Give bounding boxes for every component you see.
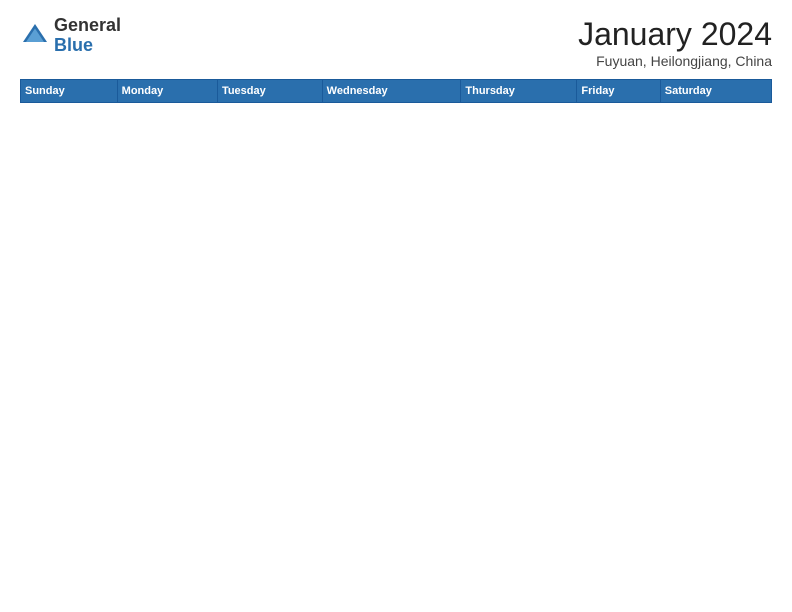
page: General Blue January 2024 Fuyuan, Heilon…	[0, 0, 792, 612]
col-monday: Monday	[117, 80, 217, 103]
logo-blue: Blue	[54, 36, 121, 56]
col-tuesday: Tuesday	[217, 80, 322, 103]
col-wednesday: Wednesday	[322, 80, 461, 103]
col-friday: Friday	[577, 80, 660, 103]
col-sunday: Sunday	[21, 80, 118, 103]
logo: General Blue	[20, 16, 121, 56]
header-row: Sunday Monday Tuesday Wednesday Thursday…	[21, 80, 772, 103]
col-thursday: Thursday	[461, 80, 577, 103]
calendar-table: Sunday Monday Tuesday Wednesday Thursday…	[20, 79, 772, 602]
col-saturday: Saturday	[660, 80, 771, 103]
month-title: January 2024	[578, 16, 772, 53]
logo-text: General Blue	[54, 16, 121, 56]
title-block: January 2024 Fuyuan, Heilongjiang, China	[578, 16, 772, 69]
location-title: Fuyuan, Heilongjiang, China	[578, 53, 772, 69]
header: General Blue January 2024 Fuyuan, Heilon…	[20, 16, 772, 69]
logo-icon	[20, 21, 50, 51]
logo-general: General	[54, 16, 121, 36]
